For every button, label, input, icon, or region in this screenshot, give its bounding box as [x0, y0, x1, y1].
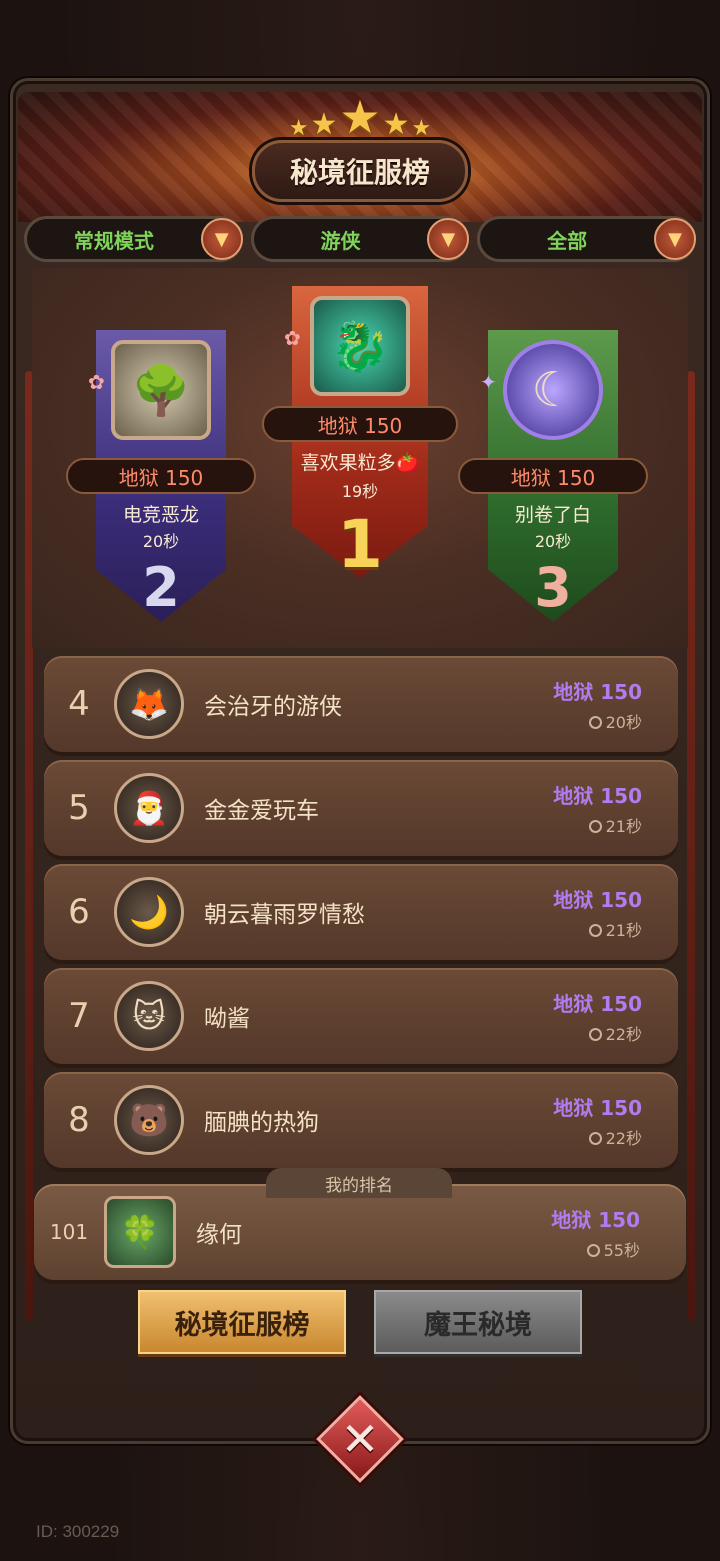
dryad-icon: 🌳: [131, 362, 191, 419]
player-name: 缘何: [196, 1222, 242, 1248]
flower-icon: ✿: [88, 370, 105, 394]
rank-number: 5: [68, 788, 90, 828]
chevron-down-icon[interactable]: ▼: [200, 218, 243, 260]
chevron-down-icon[interactable]: ▼: [654, 218, 697, 260]
clock-icon: [588, 1131, 602, 1145]
clear-time: 21秒: [605, 816, 642, 836]
scope-filter-dropdown[interactable]: 全部 ▼: [477, 216, 697, 262]
rank-number: 6: [68, 892, 90, 932]
close-button[interactable]: ✕: [314, 1395, 406, 1483]
my-rank-row[interactable]: 101 🍀 缘何 地狱 150 55秒: [34, 1184, 686, 1280]
flower-icon: ✿: [284, 326, 301, 350]
tab-demon-king-realm[interactable]: 魔王秘境: [374, 1290, 582, 1354]
clear-time: 20秒: [534, 532, 572, 551]
clock-icon: [588, 923, 602, 937]
close-icon: ✕: [340, 1412, 380, 1466]
player-name: 呦酱: [204, 1006, 250, 1032]
star-icon: ★: [339, 90, 381, 144]
rank-number: 1: [337, 506, 383, 583]
star-icon: ★: [310, 107, 338, 142]
player-name: 电竞恶龙: [122, 504, 199, 526]
podium-third-place[interactable]: ☾ ✦ 地狱 150 别卷了白 20秒 3: [458, 330, 648, 622]
leaf-spirit-icon: 🍀: [120, 1213, 160, 1251]
list-item[interactable]: 6 🌙 朝云暮雨罗情愁 地狱 150 21秒: [44, 864, 678, 960]
list-item[interactable]: 5 🎅 金金爱玩车 地狱 150 21秒: [44, 760, 678, 856]
filter-bar: 常规模式 ▼ 游侠 ▼ 全部 ▼: [24, 216, 697, 264]
user-id: ID: 300229: [36, 1522, 120, 1541]
scope-filter-label: 全部: [547, 228, 588, 253]
difficulty-level: 地狱 150: [66, 458, 256, 494]
player-name: 金金爱玩车: [204, 798, 319, 824]
clear-time: 55秒: [603, 1240, 640, 1260]
player-name: 腼腆的热狗: [204, 1110, 319, 1136]
avatar: 🍀: [104, 1196, 176, 1268]
leaderboard-list: 4 🦊 会治牙的游侠 地狱 150 20秒 5 🎅 金金爱玩车 地狱 150 2…: [44, 656, 678, 1176]
avatar: 🐉: [310, 296, 410, 396]
frame-rail-right: [687, 371, 695, 1321]
rank-number: 3: [534, 556, 572, 619]
difficulty-level: 地狱 150: [551, 1207, 640, 1232]
class-filter-dropdown[interactable]: 游侠 ▼: [250, 216, 470, 262]
difficulty-level: 地狱 150: [553, 679, 642, 704]
rank-number: 4: [68, 684, 90, 724]
mode-filter-label: 常规模式: [73, 228, 154, 253]
avatar: 🐱: [114, 981, 184, 1051]
star-cluster-icon: ✦: [480, 370, 497, 394]
clear-time: 20秒: [605, 712, 642, 732]
difficulty-level: 地狱 150: [553, 991, 642, 1016]
clear-time: 22秒: [605, 1024, 642, 1044]
rank-number: 8: [68, 1100, 90, 1140]
star-icon: ★: [288, 116, 309, 141]
player-name: 喜欢果粒多🍅: [300, 452, 420, 474]
podium-second-place[interactable]: 🌳 ✿ 地狱 150 电竞恶龙 20秒 2: [66, 330, 256, 622]
difficulty-level: 地狱 150: [553, 783, 642, 808]
clear-time: 19秒: [341, 482, 379, 501]
mode-filter-dropdown[interactable]: 常规模式 ▼: [24, 216, 243, 262]
player-name: 别卷了白: [514, 504, 591, 526]
player-name: 会治牙的游侠: [204, 694, 342, 720]
avatar: 🦊: [114, 669, 184, 739]
difficulty-level: 地狱 150: [262, 406, 458, 442]
difficulty-level: 地狱 150: [553, 887, 642, 912]
avatar: ☾: [503, 340, 603, 440]
class-filter-label: 游侠: [320, 228, 361, 253]
rating-stars: ★ ★ ★ ★ ★: [270, 90, 450, 140]
rank-number: 7: [68, 996, 90, 1036]
rank-number: 101: [49, 1220, 89, 1244]
clock-icon: [588, 819, 602, 833]
page-title-plate: 秘境征服榜: [252, 140, 468, 202]
clear-time: 21秒: [605, 920, 642, 940]
list-item[interactable]: 4 🦊 会治牙的游侠 地狱 150 20秒: [44, 656, 678, 752]
podium-first-place[interactable]: 🐉 ✿ 地狱 150 喜欢果粒多🍅 19秒 1: [262, 286, 458, 583]
star-icon: ★: [382, 107, 410, 142]
moon-icon: ☾: [531, 362, 575, 418]
clock-icon: [588, 715, 602, 729]
chevron-down-icon[interactable]: ▼: [427, 218, 470, 260]
list-item[interactable]: 8 🐻 腼腆的热狗 地狱 150 22秒: [44, 1072, 678, 1168]
rank-number: 2: [142, 556, 180, 619]
avatar: 🌙: [114, 877, 184, 947]
avatar: 🎅: [114, 773, 184, 843]
clear-time: 20秒: [142, 532, 180, 551]
dragon-icon: 🐉: [330, 318, 390, 375]
tab-conquest-leaderboard[interactable]: 秘境征服榜: [138, 1290, 346, 1354]
avatar: 🐻: [114, 1085, 184, 1155]
difficulty-level: 地狱 150: [553, 1095, 642, 1120]
star-icon: ★: [411, 116, 432, 141]
avatar: 🌳: [111, 340, 211, 440]
tab-bar: 秘境征服榜 魔王秘境: [138, 1290, 582, 1354]
page-title: 秘境征服榜: [289, 156, 430, 189]
clock-icon: [586, 1243, 600, 1257]
player-name: 朝云暮雨罗情愁: [204, 902, 365, 928]
clock-icon: [588, 1027, 602, 1041]
clear-time: 22秒: [605, 1128, 642, 1148]
my-rank-tag: 我的排名: [266, 1168, 452, 1198]
difficulty-level: 地狱 150: [458, 458, 648, 494]
list-item[interactable]: 7 🐱 呦酱 地狱 150 22秒: [44, 968, 678, 1064]
